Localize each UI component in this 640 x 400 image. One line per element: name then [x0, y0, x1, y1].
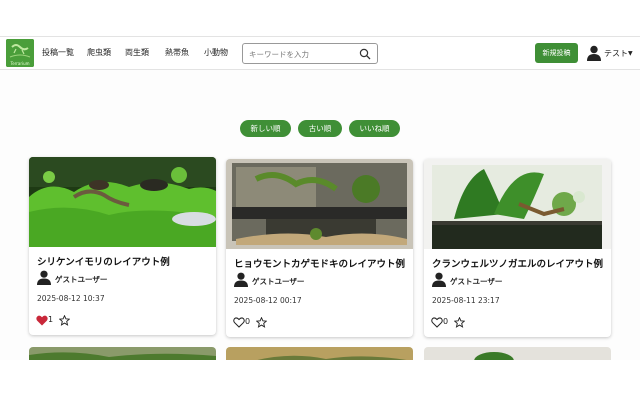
author-avatar-icon [234, 272, 248, 287]
heart-outline-icon [431, 317, 443, 328]
navbar: Terrarium 投稿一覧 爬虫類 両生類 熱帯魚 小動物 新規投稿 テスト … [0, 36, 640, 70]
user-avatar-icon[interactable] [587, 45, 601, 61]
logo-text: Terrarium [10, 61, 30, 66]
search-icon[interactable] [359, 48, 371, 60]
nav-link-amphibians[interactable]: 両生類 [125, 47, 149, 58]
like-count: 0 [443, 317, 449, 326]
post-date: 2025-08-12 00:17 [234, 296, 302, 305]
new-post-button[interactable]: 新規投稿 [535, 43, 578, 63]
site-logo[interactable]: Terrarium [6, 39, 34, 67]
bottom-area [0, 360, 640, 400]
like-count: 1 [48, 315, 54, 324]
star-icon[interactable] [454, 317, 465, 328]
author-avatar-icon [432, 272, 446, 287]
post-card[interactable]: ヒョウモントカゲモドキのレイアウト例 ゲストユーザー 2025-08-12 00… [226, 159, 413, 337]
sort-likes-button[interactable]: いいね順 [349, 120, 400, 137]
post-thumbnail[interactable] [29, 157, 216, 247]
search-box [242, 43, 378, 64]
nav-link-tropical-fish[interactable]: 熱帯魚 [165, 47, 189, 58]
like-button[interactable]: 0 [233, 316, 257, 330]
post-date: 2025-08-11 23:17 [432, 296, 500, 305]
sort-newest-button[interactable]: 新しい順 [240, 120, 291, 137]
search-input[interactable] [249, 47, 357, 61]
sort-oldest-button[interactable]: 古い順 [298, 120, 342, 137]
post-thumbnail[interactable] [226, 159, 413, 249]
like-button[interactable]: 0 [431, 316, 455, 330]
nav-link-posts[interactable]: 投稿一覧 [42, 47, 74, 58]
post-card[interactable]: シリケンイモリのレイアウト例 ゲストユーザー 2025-08-12 10:37 … [29, 157, 216, 335]
like-count: 0 [245, 317, 251, 326]
post-author: ゲストユーザー [450, 277, 503, 286]
post-title[interactable]: ヒョウモントカゲモドキのレイアウト例 [234, 256, 405, 270]
star-icon[interactable] [256, 317, 267, 328]
post-title[interactable]: シリケンイモリのレイアウト例 [37, 254, 170, 268]
author-avatar-icon [37, 270, 51, 285]
nav-link-small-animals[interactable]: 小動物 [204, 47, 228, 58]
post-title[interactable]: クランウェルツノガエルのレイアウト例 [432, 256, 603, 270]
nav-link-reptiles[interactable]: 爬虫類 [87, 47, 111, 58]
user-menu-name[interactable]: テスト [604, 48, 628, 59]
like-button[interactable]: 1 [36, 314, 60, 328]
heart-outline-icon [233, 317, 245, 328]
heart-filled-icon [36, 315, 48, 326]
chevron-down-icon[interactable]: ▼ [628, 50, 633, 57]
post-author: ゲストユーザー [55, 275, 108, 284]
post-author: ゲストユーザー [252, 277, 305, 286]
post-date: 2025-08-12 10:37 [37, 294, 105, 303]
post-thumbnail[interactable] [424, 159, 611, 249]
post-card[interactable]: クランウェルツノガエルのレイアウト例 ゲストユーザー 2025-08-11 23… [424, 159, 611, 337]
star-icon[interactable] [59, 315, 70, 326]
